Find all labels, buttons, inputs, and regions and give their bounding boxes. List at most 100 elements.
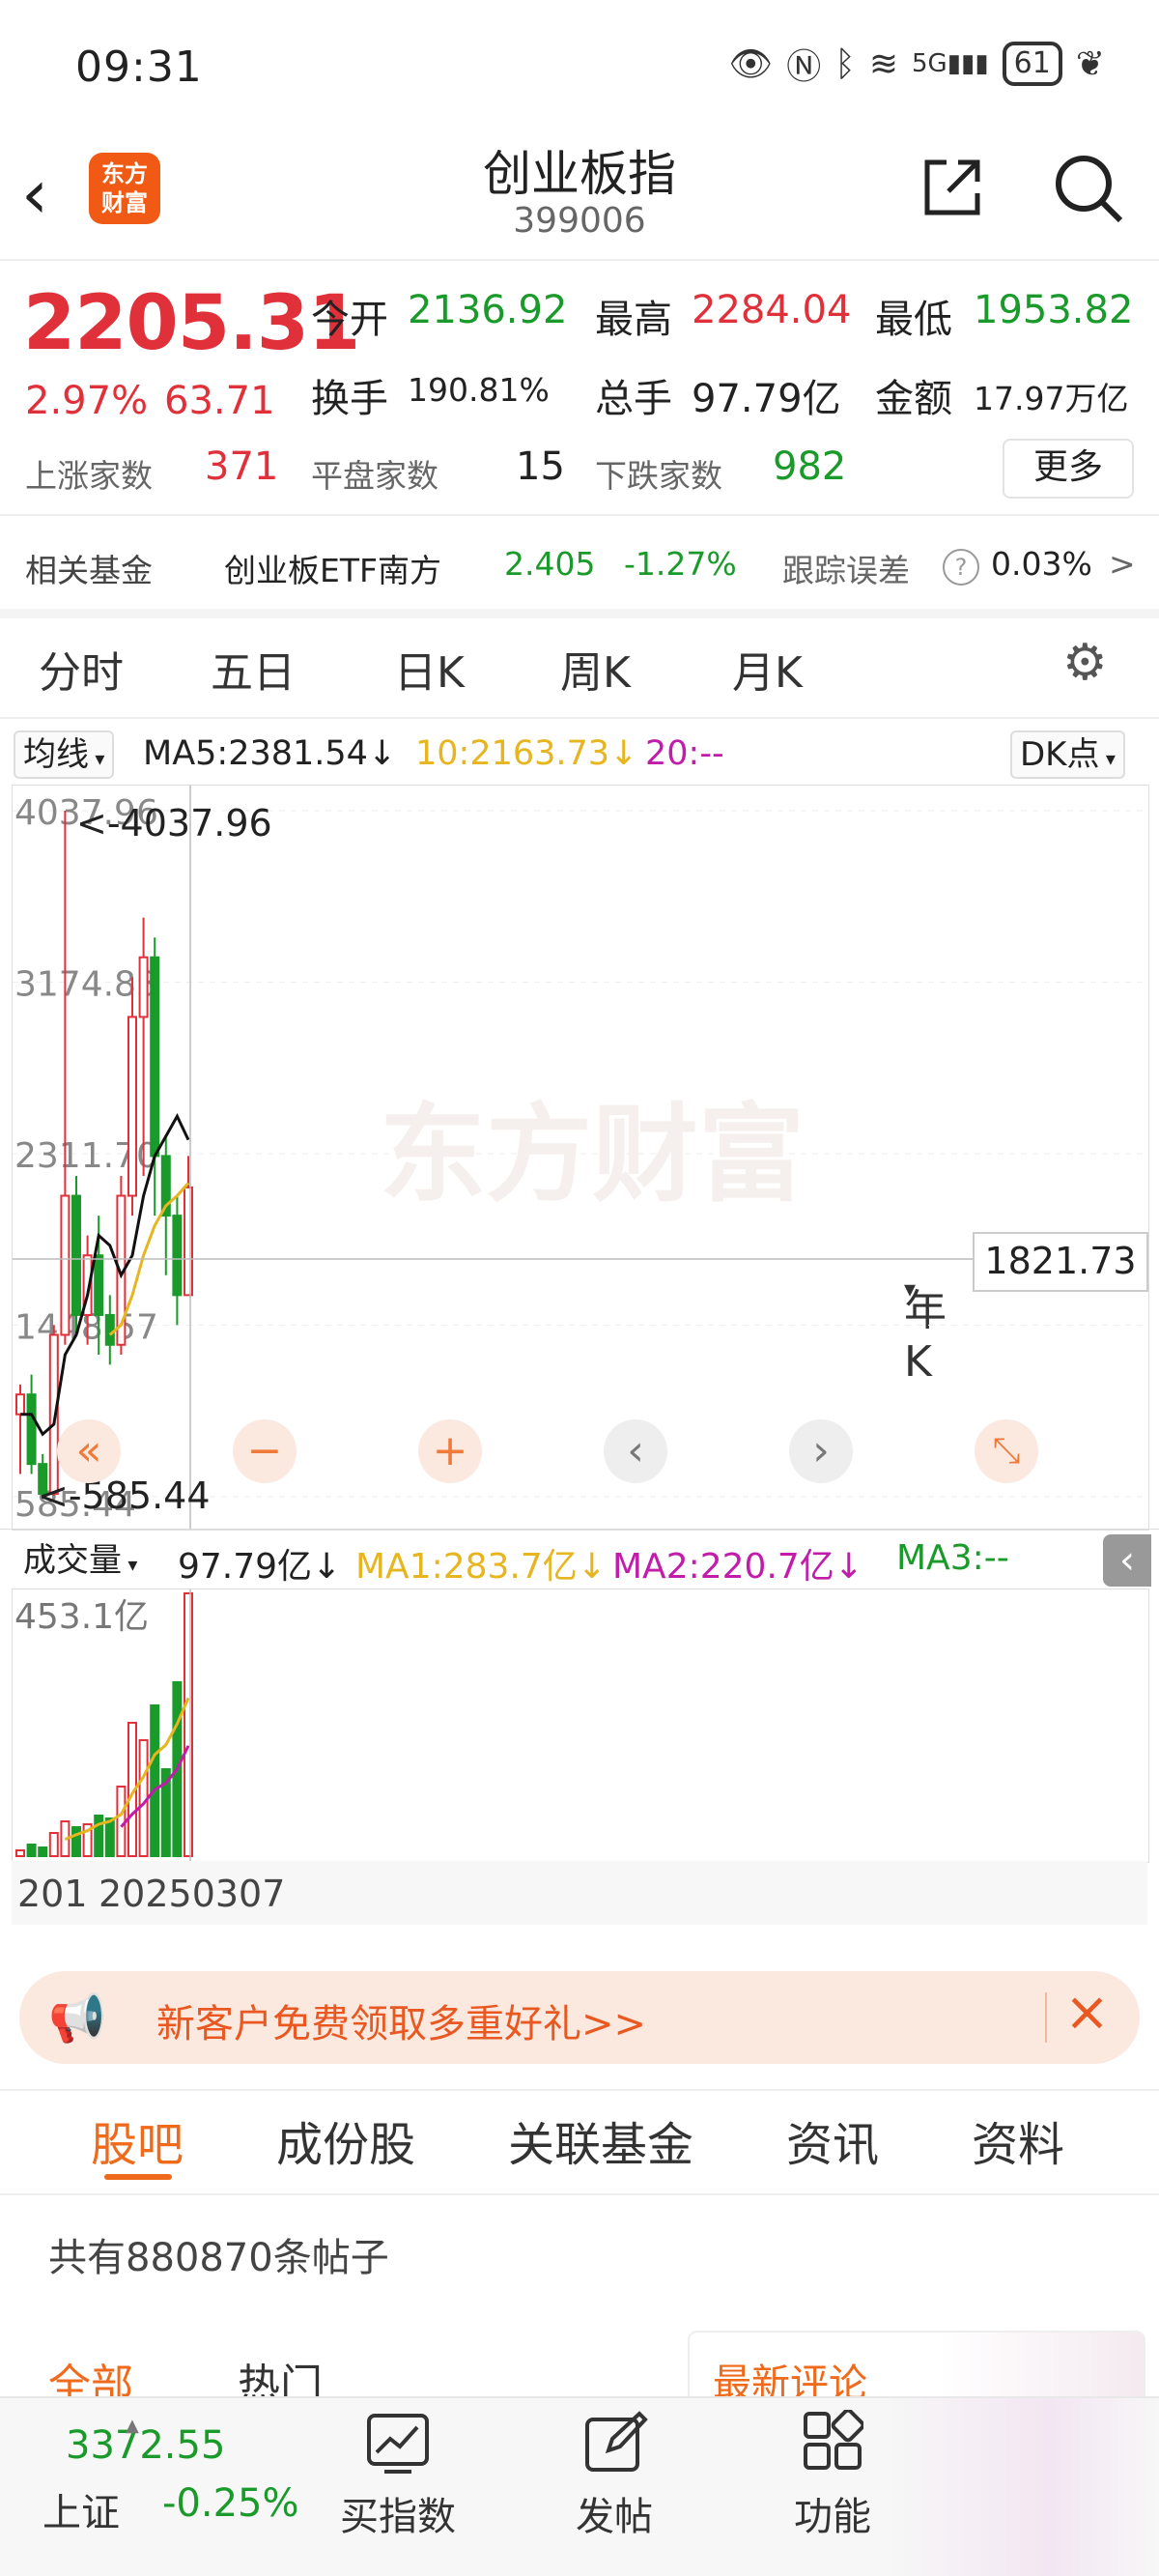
volume-value-text: 97.79亿: [178, 1547, 313, 1587]
page-title: 创业板指: [483, 146, 676, 202]
fade-overlay: [889, 2398, 1159, 2576]
fund-price: 2.405: [504, 545, 596, 583]
apps-grid-icon[interactable]: [802, 2410, 863, 2474]
compose-icon[interactable]: [583, 2410, 649, 2476]
ma5-value: MA5:2381.54↓: [143, 734, 396, 773]
next-icon[interactable]: ›: [789, 1419, 853, 1483]
volume-value: 97.79亿↓: [178, 1538, 341, 1589]
crosshair-price-label: 1821.73: [973, 1232, 1148, 1292]
divider: [0, 514, 1159, 516]
volume-ymax-label: 453.1亿: [14, 1597, 149, 1637]
high-label: 最高: [595, 298, 672, 342]
close-icon[interactable]: ×: [1064, 1981, 1110, 2044]
kline-chart[interactable]: 东方财富 4037.96 3174.83 2311.70 1448.57 585.44 …: [12, 785, 1149, 1531]
tab-news[interactable]: 资讯: [786, 2106, 879, 2174]
volume-bar: [71, 1825, 81, 1858]
candle-body: [26, 1393, 37, 1466]
down-count-label: 下跌家数: [595, 457, 722, 495]
dk-point-select[interactable]: DK点 ▾: [1010, 730, 1125, 779]
caret-down-icon: ▾: [89, 747, 105, 770]
ma10-text: 10:2163.73: [415, 734, 610, 773]
tab-week-k[interactable]: 周K: [560, 638, 631, 700]
tab-stock-bar[interactable]: 股吧: [91, 2106, 184, 2174]
function-label[interactable]: 功能: [794, 2485, 871, 2541]
tab-constituents[interactable]: 成份股: [276, 2106, 415, 2174]
zoom-in-icon[interactable]: +: [418, 1419, 482, 1483]
more-button[interactable]: 更多: [1003, 439, 1134, 499]
nfc-icon: Ⓝ: [786, 47, 822, 87]
promo-banner[interactable]: 📢 新客户免费领取多重好礼>> ×: [19, 1971, 1140, 2064]
x-axis: 2010 20250307: [12, 1861, 1147, 1925]
vol-ma2-value: MA2:220.7亿↓: [612, 1538, 863, 1589]
network-label: 5G: [912, 49, 947, 78]
x-label-start: 2010: [17, 1873, 85, 1915]
buy-index-label[interactable]: 买指数: [340, 2485, 456, 2541]
wifi-icon: ≋: [868, 43, 898, 84]
candle-body: [104, 1313, 115, 1346]
candle-body: [184, 1186, 193, 1297]
track-error-value: 0.03%: [991, 545, 1092, 583]
jump-first-icon[interactable]: «: [57, 1419, 121, 1483]
ma-select-label: 均线: [23, 735, 89, 774]
amount-value: 17.97万亿: [974, 380, 1129, 417]
volume-select[interactable]: 成交量 ▾: [14, 1536, 148, 1585]
post-label[interactable]: 发帖: [576, 2485, 653, 2541]
change-amount: 63.71: [164, 379, 275, 423]
flat-count: 15: [516, 444, 565, 489]
turnover-label: 换手: [311, 377, 388, 421]
prev-icon[interactable]: ‹: [604, 1419, 667, 1483]
fund-pct: -1.27%: [624, 545, 737, 583]
low-label: 最低: [875, 298, 952, 342]
up-count: 371: [205, 444, 279, 489]
index-pct: -0.25%: [162, 2481, 299, 2526]
ma-select[interactable]: 均线 ▾: [14, 730, 115, 779]
divider: [0, 2193, 1159, 2195]
volume-bar: [48, 1831, 59, 1857]
zoom-out-icon[interactable]: −: [233, 1419, 297, 1483]
collapse-panel-icon[interactable]: ‹: [1103, 1534, 1151, 1587]
dk-label: DK点: [1020, 735, 1100, 774]
share-icon[interactable]: [919, 155, 985, 220]
settings-gear-icon[interactable]: ⚙: [1062, 634, 1108, 692]
candle-body: [172, 1215, 183, 1297]
divider: [0, 259, 1159, 261]
tab-related-funds[interactable]: 关联基金: [508, 2106, 693, 2174]
low-value: 1953.82: [974, 288, 1134, 332]
watermark: 东方财富: [380, 1096, 805, 1215]
tab-profile[interactable]: 资料: [972, 2106, 1064, 2174]
signal-icon: 5G▮▮▮: [912, 49, 989, 78]
caret-up-icon: ▲: [126, 2416, 139, 2436]
low-marker: <-585.44: [38, 1474, 211, 1517]
search-icon[interactable]: [1049, 149, 1126, 226]
vol-ma2-text: MA2:220.7亿: [612, 1547, 834, 1587]
vol-ma1-value: MA1:283.7亿↓: [355, 1538, 607, 1589]
tab-month-k[interactable]: 月K: [732, 638, 803, 700]
post-count: 共有880870条帖子: [48, 2236, 389, 2280]
candle-body: [94, 1254, 104, 1316]
flat-count-label: 平盘家数: [311, 457, 438, 495]
open-label: 今开: [311, 298, 388, 342]
status-time: 09:31: [75, 43, 203, 92]
volume-bar: [38, 1846, 48, 1857]
x-label-date: 20250307: [99, 1873, 286, 1915]
promo-text: 新客户免费领取多重好礼>>: [156, 2002, 647, 2046]
ma20-value: 20:--: [645, 734, 724, 773]
tab-day-k[interactable]: 日K: [394, 638, 465, 700]
volume-select-label: 成交量: [23, 1541, 122, 1580]
bottom-bar: 3372.55 ▲ 上证 -0.25% 买指数 发帖 功能: [0, 2396, 1159, 2576]
status-bar: 09:31 👁 Ⓝ ᛒ ≋ 5G▮▮▮ 61 ❦: [0, 0, 1159, 135]
arrow-down-icon: ↓: [312, 1547, 342, 1587]
fullscreen-icon[interactable]: ⤡: [975, 1419, 1038, 1483]
help-icon[interactable]: ?: [943, 549, 979, 586]
tab-five-day[interactable]: 五日: [211, 638, 296, 700]
tab-intraday[interactable]: 分时: [39, 638, 124, 700]
arrow-down-icon: ↓: [577, 1547, 607, 1587]
chart-up-icon[interactable]: [365, 2412, 431, 2476]
index-value[interactable]: 3372.55: [66, 2423, 225, 2468]
vol-ma3-value: MA3:--: [896, 1538, 1009, 1578]
status-icons: 👁 Ⓝ ᛒ ≋ 5G▮▮▮ 61 ❦: [729, 39, 1105, 89]
volume-value: 97.79亿: [692, 377, 841, 421]
caret-down-icon: ▾: [122, 1553, 138, 1576]
high-marker: <-4037.96: [76, 802, 272, 844]
battery-level: 61: [1013, 46, 1051, 80]
